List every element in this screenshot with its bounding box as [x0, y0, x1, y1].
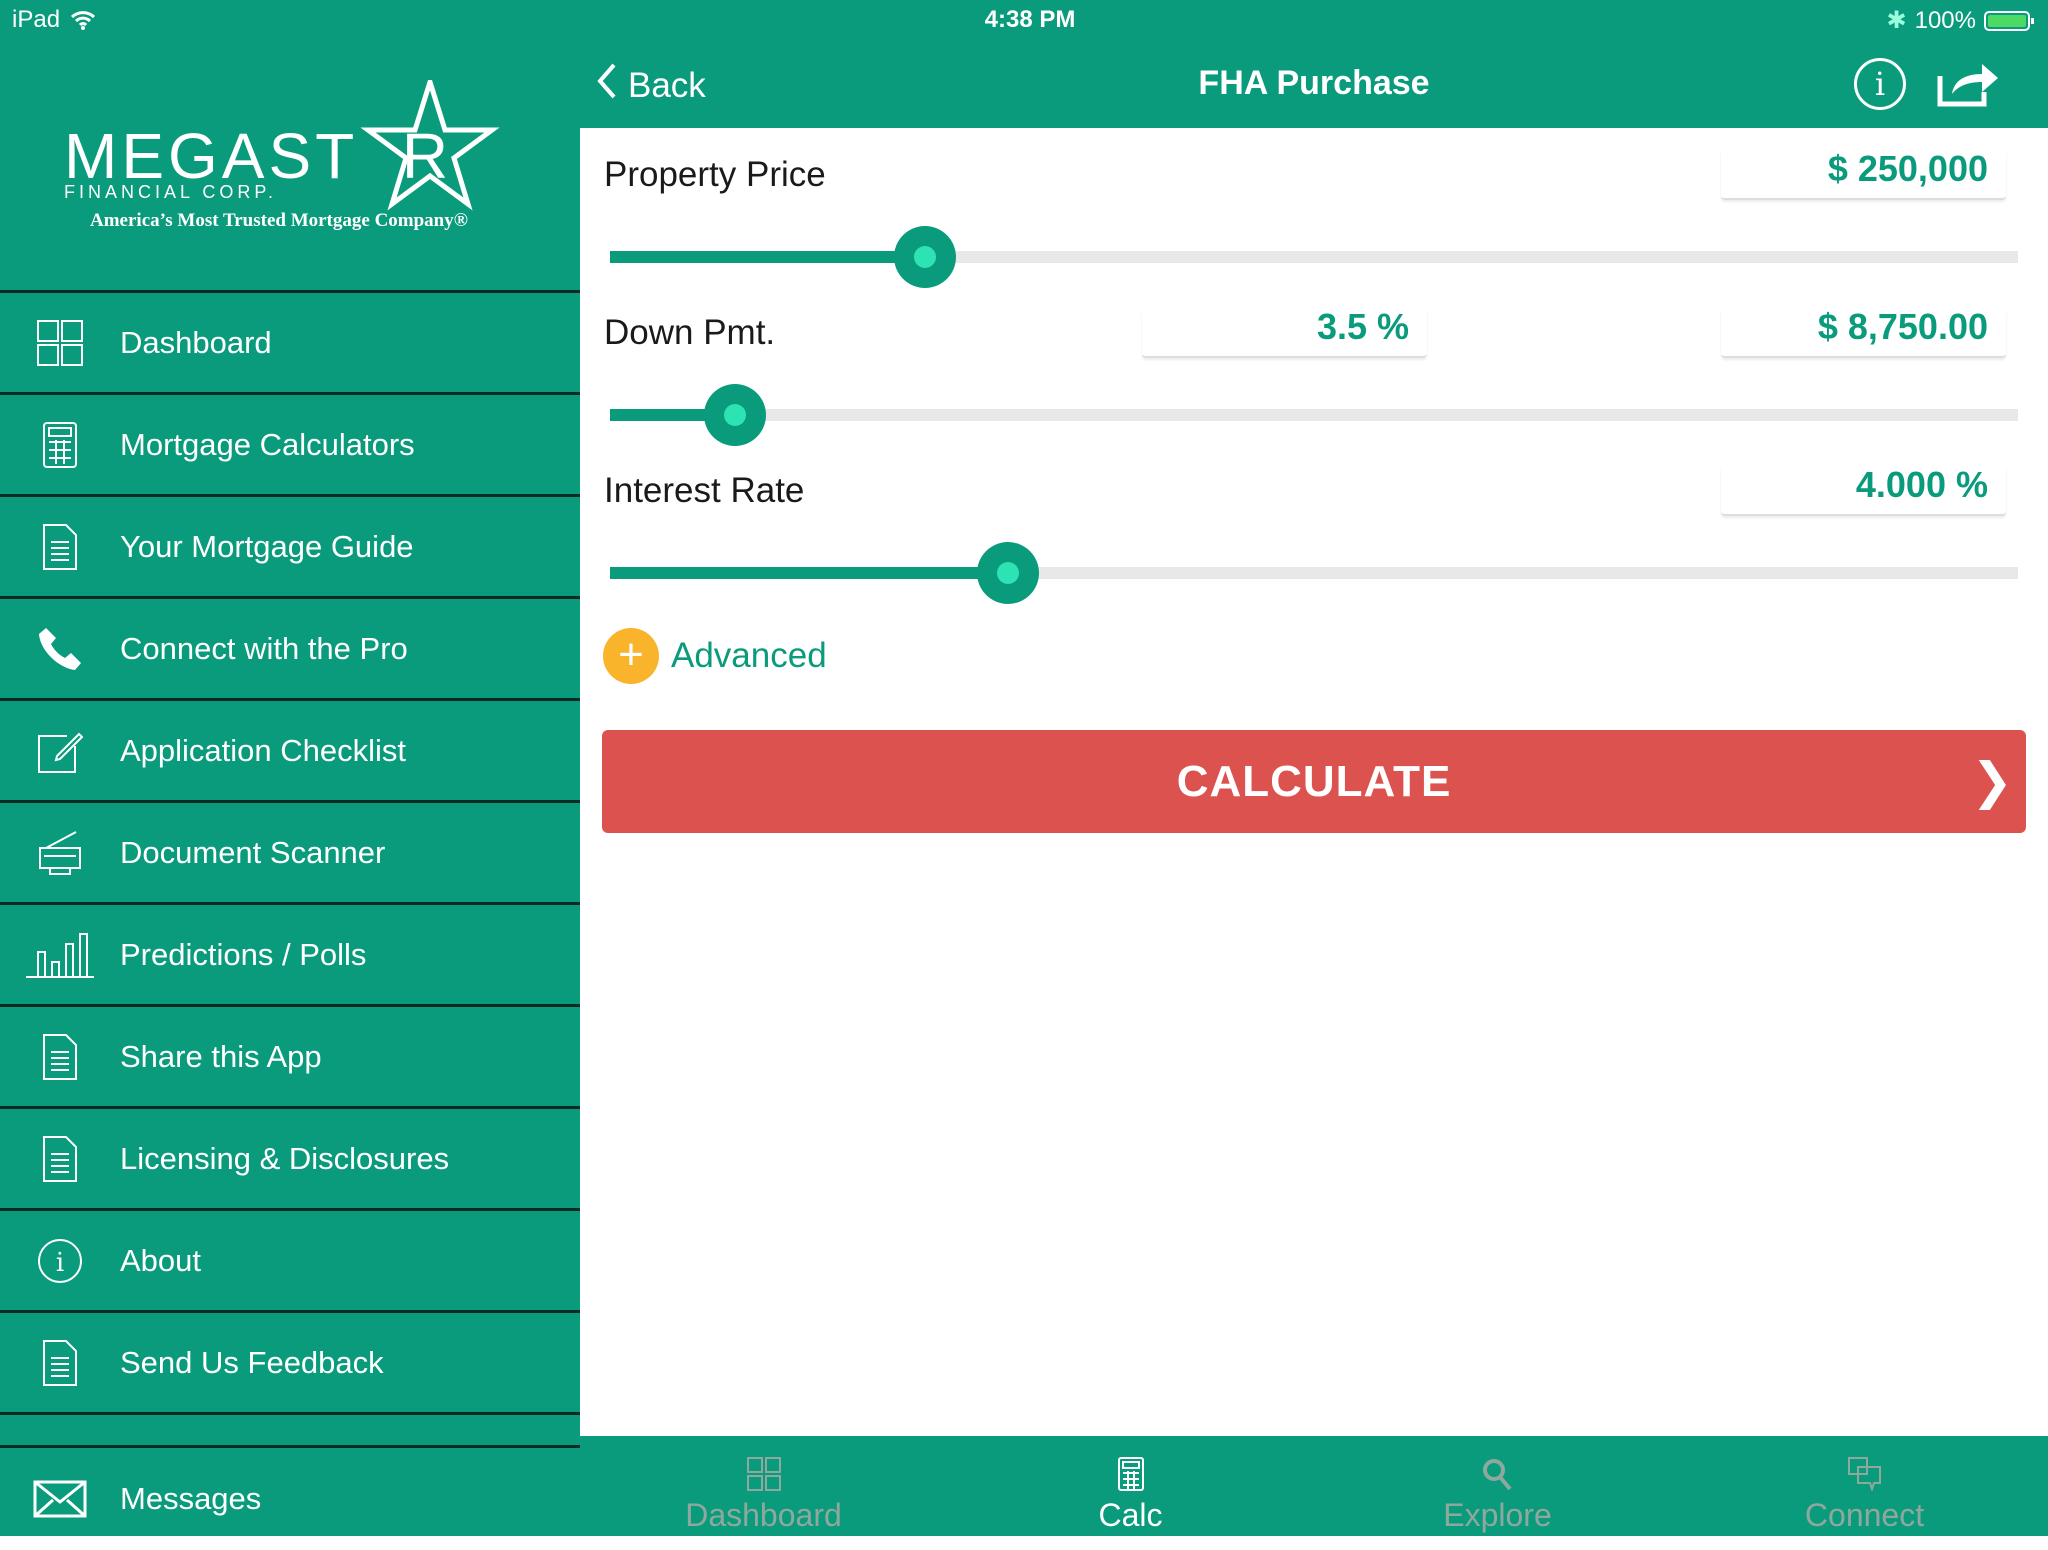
property-price-input[interactable]: $ 250,000: [1721, 148, 2006, 200]
status-left: iPad: [12, 6, 96, 34]
share-button[interactable]: [1936, 58, 2000, 113]
calculator-icon: [0, 421, 120, 468]
sidebar-item-dashboard[interactable]: Dashboard: [0, 293, 580, 395]
tab-dashboard[interactable]: Dashboard: [580, 1436, 947, 1536]
interest-rate-input[interactable]: 4.000 %: [1721, 464, 2006, 516]
status-right: ✱ 100%: [1887, 6, 2039, 35]
property-price-label: Property Price: [604, 155, 826, 194]
slider-fill: [610, 567, 1009, 579]
sidebar-item-mortgage-calculators[interactable]: Mortgage Calculators: [0, 395, 580, 497]
phone-icon: [0, 626, 120, 672]
advanced-toggle[interactable]: + Advanced: [603, 628, 827, 684]
scanner-icon: [0, 830, 120, 876]
grid-icon: [0, 319, 120, 366]
sidebar-messages-section: Messages: [0, 1445, 580, 1550]
document-icon: [0, 523, 120, 570]
page-title: FHA Purchase: [1198, 64, 1430, 102]
sidebar: iPad MEGAST R FINANCIAL CORP. America’s …: [0, 0, 580, 1536]
sidebar-item-document-scanner[interactable]: Document Scanner: [0, 803, 580, 905]
sidebar-item-label: Licensing & Disclosures: [120, 1140, 450, 1176]
sidebar-item-about[interactable]: i About: [0, 1211, 580, 1313]
grid-icon: [746, 1457, 781, 1491]
chat-bubbles-icon: [1847, 1457, 1881, 1491]
tab-connect[interactable]: Connect: [1681, 1436, 2048, 1536]
edit-icon: [0, 728, 120, 774]
sidebar-item-label: Share this App: [120, 1038, 322, 1074]
info-icon: i: [0, 1238, 120, 1284]
down-payment-slider[interactable]: [610, 384, 2018, 446]
document-icon: [0, 1033, 120, 1080]
sidebar-item-label: Your Mortgage Guide: [120, 528, 414, 564]
sidebar-menu: Dashboard Mortgage Calculators Your Mort…: [0, 290, 580, 1415]
info-button[interactable]: i: [1854, 58, 1906, 110]
sidebar-item-label: Connect with the Pro: [120, 630, 408, 666]
tab-bar: Dashboard Calc Explore Connect: [580, 1436, 2048, 1536]
sidebar-item-label: Dashboard: [120, 324, 272, 360]
slider-fill: [610, 251, 926, 263]
sidebar-item-feedback[interactable]: Send Us Feedback: [0, 1313, 580, 1415]
down-payment-label: Down Pmt.: [604, 313, 776, 352]
svg-text:i: i: [56, 1248, 64, 1278]
calculate-label: CALCULATE: [1176, 757, 1452, 806]
sidebar-item-label: Predictions / Polls: [120, 936, 367, 972]
sidebar-item-label: Send Us Feedback: [120, 1344, 384, 1380]
chevron-right-icon: ❯: [1971, 753, 2014, 809]
slider-thumb[interactable]: [894, 226, 957, 288]
battery-icon: [1984, 10, 2034, 31]
bluetooth-icon: ✱: [1886, 7, 1907, 34]
tab-calc[interactable]: Calc: [947, 1436, 1314, 1536]
sidebar-item-mortgage-guide[interactable]: Your Mortgage Guide: [0, 497, 580, 599]
sidebar-item-label: Mortgage Calculators: [120, 426, 415, 462]
interest-rate-slider[interactable]: [610, 542, 2018, 604]
navigation-bar: 4:38 PM ✱ 100% Back FHA Purchase i: [580, 0, 2048, 128]
sidebar-item-share-app[interactable]: Share this App: [0, 1007, 580, 1109]
down-payment-percent-input[interactable]: 3.5 %: [1142, 306, 1427, 358]
interest-rate-label: Interest Rate: [604, 471, 805, 510]
slider-thumb[interactable]: [977, 542, 1040, 604]
search-icon: [1482, 1459, 1512, 1491]
share-icon: [1937, 64, 1998, 107]
tab-label: Connect: [1804, 1497, 1925, 1533]
sidebar-item-predictions-polls[interactable]: Predictions / Polls: [0, 905, 580, 1007]
sidebar-item-label: Application Checklist: [120, 732, 407, 768]
svg-text:America’s Most Trusted Mortgag: America’s Most Trusted Mortgage Company®: [90, 210, 468, 231]
slider-thumb[interactable]: [704, 384, 767, 446]
bar-chart-icon: [0, 932, 120, 978]
advanced-label: Advanced: [671, 636, 827, 675]
sidebar-item-connect-pro[interactable]: Connect with the Pro: [0, 599, 580, 701]
calculator-icon: [1117, 1457, 1144, 1491]
tab-label: Explore: [1443, 1497, 1552, 1533]
sidebar-item-application-checklist[interactable]: Application Checklist: [0, 701, 580, 803]
megastar-logo: MEGAST R FINANCIAL CORP. America’s Most …: [60, 73, 520, 240]
document-icon: [0, 1135, 120, 1182]
down-payment-amount-input[interactable]: $ 8,750.00: [1721, 306, 2006, 358]
property-price-slider[interactable]: [610, 226, 2018, 288]
device-name: iPad: [12, 6, 61, 33]
wifi-icon: [71, 11, 96, 30]
sidebar-item-label: Messages: [120, 1481, 262, 1516]
calculate-button[interactable]: CALCULATE ❯: [602, 730, 2026, 833]
status-time: 4:38 PM: [984, 6, 1076, 33]
document-icon: [0, 1339, 120, 1386]
tab-label: Dashboard: [685, 1497, 842, 1533]
sidebar-item-licensing[interactable]: Licensing & Disclosures: [0, 1109, 580, 1211]
tab-explore[interactable]: Explore: [1314, 1436, 1681, 1536]
battery-percent: 100%: [1914, 6, 1976, 34]
sidebar-item-label: Document Scanner: [120, 834, 386, 870]
tab-label: Calc: [1098, 1497, 1163, 1533]
sidebar-item-messages[interactable]: Messages: [0, 1448, 580, 1550]
svg-text:FINANCIAL CORP.: FINANCIAL CORP.: [64, 182, 277, 202]
sidebar-item-label: About: [120, 1242, 202, 1278]
envelope-icon: [0, 1480, 120, 1518]
plus-icon: +: [603, 628, 659, 684]
